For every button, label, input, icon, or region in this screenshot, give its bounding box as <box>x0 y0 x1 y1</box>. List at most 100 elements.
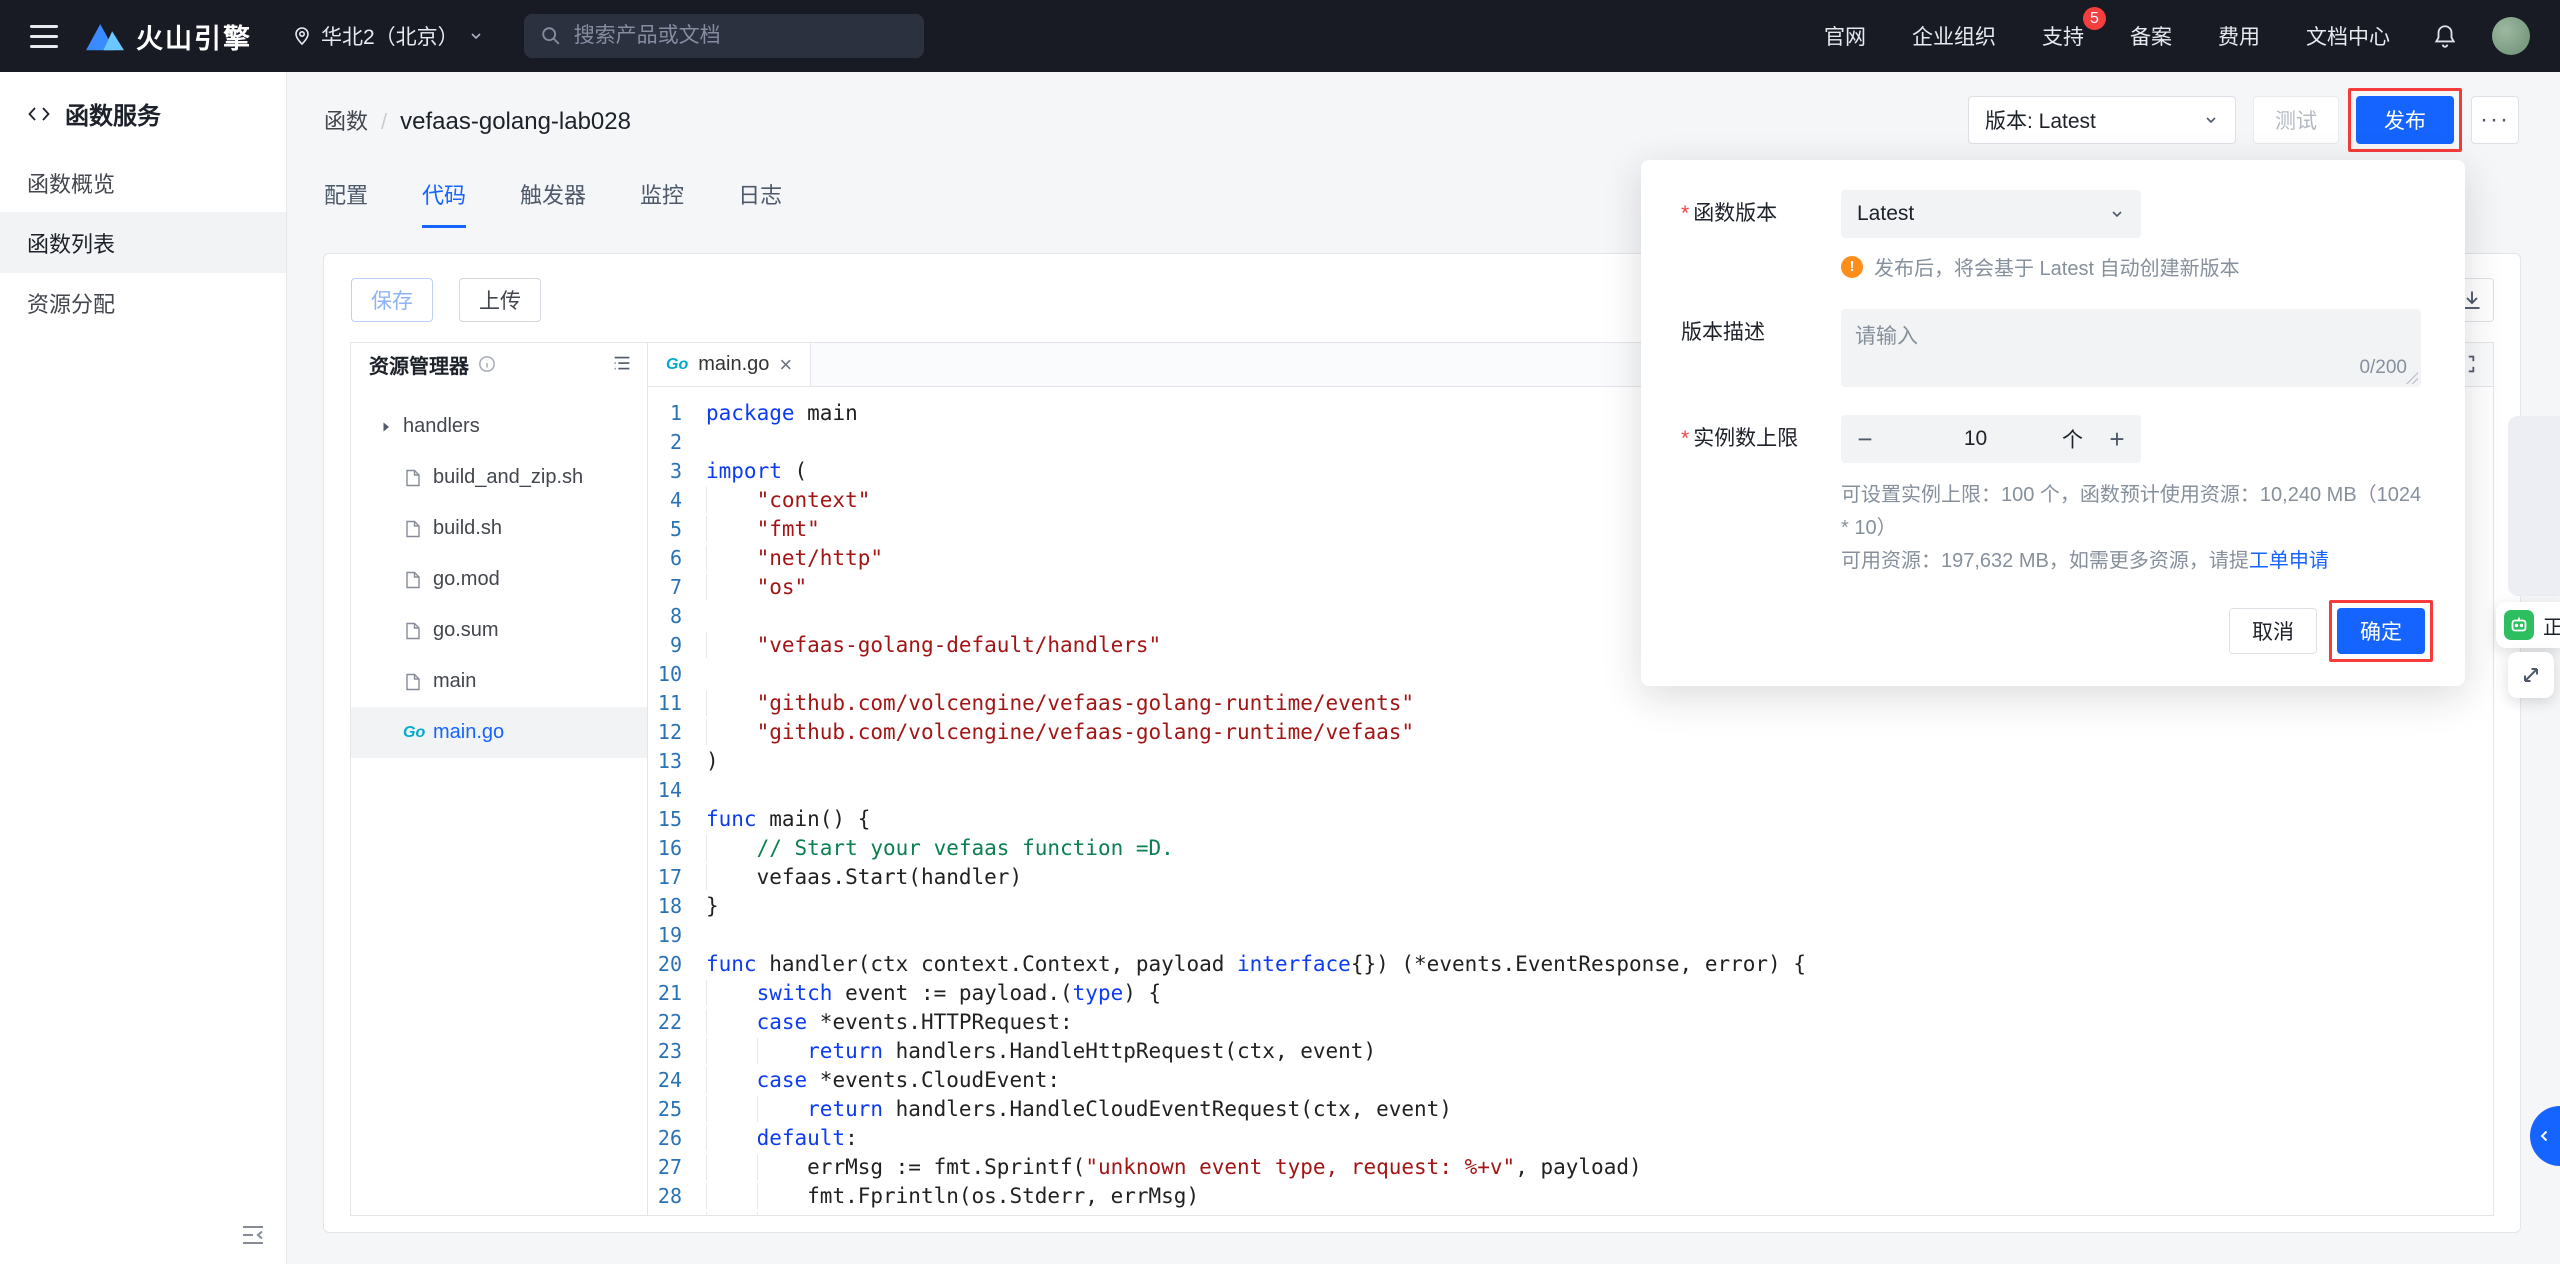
close-icon[interactable]: × <box>779 354 792 376</box>
confirm-button[interactable]: 确定 <box>2337 608 2425 654</box>
file-explorer-header: 资源管理器 <box>351 343 647 385</box>
confirm-annotation-box: 确定 <box>2337 608 2425 654</box>
required-asterisk: * <box>1681 202 1689 225</box>
instances-row: *实例数上限 − 10 个 + <box>1681 415 2425 463</box>
region-selector[interactable]: 华北2（北京） <box>292 21 484 51</box>
version-select[interactable]: 版本: Latest <box>1968 96 2236 144</box>
tab[interactable]: 触发器 <box>520 178 586 228</box>
warning-icon: ! <box>1841 256 1863 278</box>
file-icon <box>403 570 433 590</box>
resize-handle[interactable] <box>2405 371 2418 384</box>
plus-icon[interactable]: + <box>2093 424 2141 455</box>
nav-link[interactable]: 费用 <box>2218 21 2260 51</box>
ticket-apply-link[interactable]: 工单申请 <box>2249 550 2329 572</box>
upload-button[interactable]: 上传 <box>459 278 541 322</box>
cancel-button[interactable]: 取消 <box>2229 608 2317 654</box>
code-line: 22 case *events.HTTPRequest: <box>648 1008 2493 1037</box>
code-line: 21 switch event := payload.(type) { <box>648 979 2493 1008</box>
chevron-down-icon <box>468 28 484 44</box>
file-name: go.sum <box>433 619 499 642</box>
nav-links: 官网 企业组织 支持5 备案 费用 文档中心 <box>1824 21 2390 51</box>
function-version-value: Latest <box>1857 202 1914 226</box>
version-row: *函数版本 Latest <box>1681 190 2425 238</box>
line-number: 29 <box>648 1211 706 1215</box>
tab[interactable]: 配置 <box>324 178 368 228</box>
code-line: 28 fmt.Fprintln(os.Stderr, errMsg) <box>648 1182 2493 1211</box>
code-line: 23 return handlers.HandleHttpRequest(ctx… <box>648 1037 2493 1066</box>
top-navbar: 火山引擎 华北2（北京） 官网 企业组织 支持5 备案 费用 文档中心 <box>0 0 2560 72</box>
nav-link[interactable]: 官网 <box>1824 21 1866 51</box>
tab[interactable]: 代码 <box>422 178 466 228</box>
resource-hint-line1: 可设置实例上限：100 个，函数预计使用资源：10,240 MB（1024 * … <box>1841 479 2425 545</box>
instances-unit: 个 <box>2062 424 2093 454</box>
file-list: handlers build_and_zip.sh build.sh go.mod go… <box>351 385 647 758</box>
file-name: handlers <box>403 415 480 438</box>
folder-caret-icon[interactable] <box>379 420 403 434</box>
file-icon <box>403 468 433 488</box>
line-number: 2 <box>648 428 706 457</box>
search-input[interactable] <box>574 24 908 48</box>
outline-view-icon[interactable] <box>611 353 633 375</box>
brand-name: 火山引擎 <box>136 17 252 56</box>
sidebar-item[interactable]: 函数概览 <box>0 153 286 213</box>
file-name: build.sh <box>433 517 502 540</box>
sidebar-menu: 函数概览函数列表资源分配 <box>0 153 286 333</box>
file-row[interactable]: main <box>351 656 647 707</box>
nav-link[interactable]: 文档中心 <box>2306 21 2390 51</box>
notification-bell-icon[interactable] <box>2432 23 2458 49</box>
code-line: 13) <box>648 747 2493 776</box>
line-number: 25 <box>648 1095 706 1124</box>
save-button[interactable]: 保存 <box>351 278 433 322</box>
file-row[interactable]: go.sum <box>351 605 647 656</box>
file-icon <box>403 672 433 692</box>
info-icon[interactable] <box>478 355 496 373</box>
sidebar-collapse-icon[interactable] <box>240 1222 266 1248</box>
more-actions-button[interactable]: ··· <box>2471 96 2519 144</box>
test-button[interactable]: 测试 <box>2253 96 2339 144</box>
file-row[interactable]: handlers <box>351 401 647 452</box>
publish-button[interactable]: 发布 <box>2356 96 2454 144</box>
fullscreen-float-button[interactable] <box>2508 652 2554 698</box>
file-row[interactable]: go.mod <box>351 554 647 605</box>
sidebar-item[interactable]: 资源分配 <box>0 273 286 333</box>
breadcrumb-root-link[interactable]: 函数 <box>324 104 368 136</box>
tab[interactable]: 监控 <box>640 178 684 228</box>
code-line: 19 <box>648 921 2493 950</box>
file-row[interactable]: build.sh <box>351 503 647 554</box>
line-number: 10 <box>648 660 706 689</box>
user-avatar[interactable] <box>2492 17 2530 55</box>
assistant-icon <box>2504 610 2534 640</box>
line-number: 4 <box>648 486 706 515</box>
code-line: 11 "github.com/volcengine/vefaas-golang-… <box>648 689 2493 718</box>
sidebar-item[interactable]: 函数列表 <box>0 213 286 273</box>
sidebar: 函数服务 函数概览函数列表资源分配 <box>0 72 287 1264</box>
required-asterisk: * <box>1681 427 1689 450</box>
file-icon <box>403 519 433 539</box>
char-counter: 0/200 <box>2359 357 2407 379</box>
file-explorer: 资源管理器 handlers build_and_zip.sh build.sh go… <box>351 343 648 1215</box>
description-textarea[interactable] <box>1841 309 2421 387</box>
code-line: 27 errMsg := fmt.Sprintf("unknown event … <box>648 1153 2493 1182</box>
function-version-select[interactable]: Latest <box>1841 190 2141 238</box>
description-row: 版本描述 0/200 <box>1681 309 2425 387</box>
line-number: 3 <box>648 457 706 486</box>
tab[interactable]: 日志 <box>738 178 782 228</box>
line-number: 18 <box>648 892 706 921</box>
instances-value[interactable]: 10 <box>1889 427 2062 451</box>
nav-link[interactable]: 支持5 <box>2042 21 2084 51</box>
editor-tab-main-go[interactable]: Go main.go × <box>648 343 811 386</box>
nav-link[interactable]: 备案 <box>2130 21 2172 51</box>
file-name: build_and_zip.sh <box>433 466 583 489</box>
brand-logo[interactable]: 火山引擎 <box>86 17 252 56</box>
hamburger-menu-icon[interactable] <box>30 25 58 48</box>
line-number: 19 <box>648 921 706 950</box>
file-row[interactable]: build_and_zip.sh <box>351 452 647 503</box>
minus-icon[interactable]: − <box>1841 424 1889 455</box>
assistant-pill[interactable]: 正 <box>2496 602 2560 648</box>
publish-annotation-box: 发布 <box>2356 96 2454 144</box>
assistant-label: 正 <box>2543 611 2560 640</box>
nav-link[interactable]: 企业组织 <box>1912 21 1996 51</box>
code-line: 18} <box>648 892 2493 921</box>
function-tabs: 配置 代码 触发器 监控 日志 <box>324 178 782 228</box>
file-row[interactable]: Gomain.go <box>351 707 647 758</box>
